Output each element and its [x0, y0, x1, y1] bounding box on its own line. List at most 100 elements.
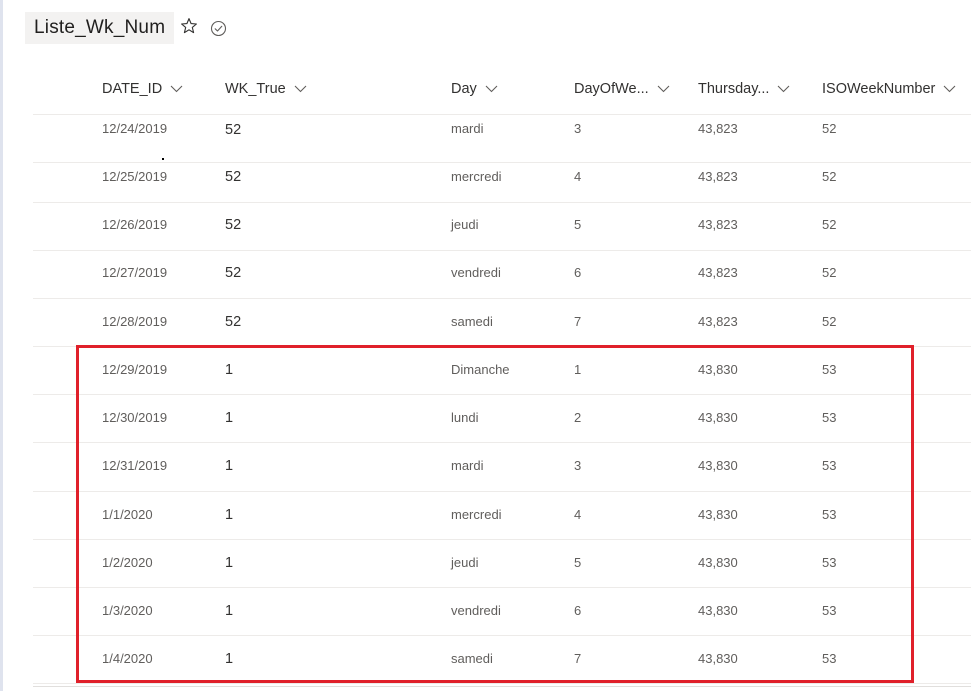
- cell-thursday: 43,823: [698, 265, 738, 280]
- column-header-thursday[interactable]: Thursday...: [698, 81, 790, 97]
- cell-wk-true: 1: [225, 458, 234, 474]
- cell-wk-true: 52: [225, 169, 242, 185]
- cell-day: vendredi: [451, 603, 501, 618]
- cell-thursday: 43,823: [698, 121, 738, 136]
- table-row[interactable]: 12/26/2019 52 jeudi 5 43,823 52: [33, 202, 971, 251]
- table-row[interactable]: 12/30/2019 1 lundi 2 43,830 53: [33, 394, 971, 443]
- cell-wk-true: 1: [225, 651, 234, 667]
- cell-thursday: 43,830: [698, 410, 738, 425]
- chevron-down-icon: [657, 85, 670, 93]
- cell-day: Dimanche: [451, 362, 510, 377]
- list-title: Liste_Wk_Num: [34, 17, 166, 38]
- cell-day: samedi: [451, 651, 493, 666]
- cell-date-id: 1/1/2020: [102, 507, 153, 522]
- column-header-day[interactable]: Day: [451, 81, 498, 97]
- cell-date-id: 1/2/2020: [102, 555, 153, 570]
- cell-isoweeknumber: 53: [822, 362, 837, 377]
- cell-wk-true: 1: [225, 410, 234, 426]
- column-header-label: DayOfWe...: [574, 81, 649, 97]
- chevron-down-icon: [943, 85, 956, 93]
- cell-dayofweek: 6: [574, 603, 582, 618]
- column-header-row: DATE_ID WK_True Day DayOfWe... Thursday.…: [33, 68, 971, 115]
- table-row[interactable]: 1/4/2020 1 samedi 7 43,830 53: [33, 635, 971, 684]
- cell-wk-true: 1: [225, 603, 234, 619]
- column-header-isoweeknumber[interactable]: ISOWeekNumber: [822, 81, 956, 97]
- table-row[interactable]: 12/25/2019 52 mercredi 4 43,823 52: [33, 154, 971, 203]
- cell-day: samedi: [451, 314, 493, 329]
- stray-dot: [162, 158, 164, 160]
- cell-isoweeknumber: 53: [822, 458, 837, 473]
- table-row[interactable]: 1/2/2020 1 jeudi 5 43,830 53: [33, 539, 971, 588]
- cell-isoweeknumber: 53: [822, 410, 837, 425]
- cell-day: mardi: [451, 458, 484, 473]
- chevron-down-icon: [294, 85, 307, 93]
- cell-dayofweek: 3: [574, 458, 582, 473]
- cell-thursday: 43,823: [698, 169, 738, 184]
- cell-dayofweek: 7: [574, 314, 582, 329]
- table-row[interactable]: 12/27/2019 52 vendredi 6 43,823 52: [33, 250, 971, 299]
- cell-date-id: 12/25/2019: [102, 169, 168, 184]
- check-circle-icon[interactable]: [210, 20, 227, 37]
- table-row[interactable]: 12/28/2019 52 samedi 7 43,823 52: [33, 298, 971, 347]
- cell-isoweeknumber: 53: [822, 555, 837, 570]
- cell-date-id: 1/3/2020: [102, 603, 153, 618]
- cell-wk-true: 1: [225, 362, 234, 378]
- cell-wk-true: 1: [225, 507, 234, 523]
- table-row[interactable]: 1/1/2020 1 mercredi 4 43,830 53: [33, 491, 971, 540]
- cell-isoweeknumber: 52: [822, 121, 837, 136]
- cell-dayofweek: 5: [574, 217, 582, 232]
- star-icon[interactable]: [180, 17, 198, 35]
- cell-date-id: 12/27/2019: [102, 265, 168, 280]
- cell-day: mercredi: [451, 169, 502, 184]
- cell-wk-true: 52: [225, 314, 242, 330]
- chevron-down-icon: [485, 85, 498, 93]
- cell-thursday: 43,823: [698, 314, 738, 329]
- cell-isoweeknumber: 52: [822, 217, 837, 232]
- list-title-box[interactable]: Liste_Wk_Num: [25, 12, 175, 44]
- cell-isoweeknumber: 52: [822, 169, 837, 184]
- left-edge-border: [0, 0, 3, 691]
- cell-date-id: 12/26/2019: [102, 217, 168, 232]
- cell-date-id: 12/30/2019: [102, 410, 168, 425]
- cell-thursday: 43,830: [698, 555, 738, 570]
- column-header-wk-true[interactable]: WK_True: [225, 81, 307, 97]
- cell-isoweeknumber: 52: [822, 265, 837, 280]
- column-header-label: Day: [451, 81, 477, 97]
- column-header-label: Thursday...: [698, 81, 770, 97]
- cell-day: lundi: [451, 410, 479, 425]
- cell-thursday: 43,823: [698, 217, 738, 232]
- cell-wk-true: 52: [225, 122, 242, 138]
- column-header-date-id[interactable]: DATE_ID: [102, 81, 183, 97]
- cell-date-id: 12/29/2019: [102, 362, 168, 377]
- column-header-dayofweek[interactable]: DayOfWe...: [574, 81, 670, 97]
- cell-dayofweek: 3: [574, 121, 582, 136]
- cell-wk-true: 52: [225, 265, 242, 281]
- chevron-down-icon: [170, 85, 183, 93]
- cell-day: mardi: [451, 121, 484, 136]
- cell-date-id: 1/4/2020: [102, 651, 153, 666]
- cell-isoweeknumber: 53: [822, 603, 837, 618]
- cell-date-id: 12/31/2019: [102, 458, 168, 473]
- cell-dayofweek: 6: [574, 265, 582, 280]
- cell-isoweeknumber: 52: [822, 314, 837, 329]
- cell-wk-true: 1: [225, 555, 234, 571]
- table-row[interactable]: 1/3/2020 1 vendredi 6 43,830 53: [33, 587, 971, 636]
- cell-dayofweek: 1: [574, 362, 582, 377]
- cell-thursday: 43,830: [698, 362, 738, 377]
- cell-thursday: 43,830: [698, 507, 738, 522]
- cell-dayofweek: 4: [574, 507, 582, 522]
- cell-thursday: 43,830: [698, 458, 738, 473]
- cell-day: jeudi: [451, 555, 479, 570]
- cell-isoweeknumber: 53: [822, 507, 837, 522]
- cell-wk-true: 52: [225, 217, 242, 233]
- cell-thursday: 43,830: [698, 651, 738, 666]
- column-header-label: ISOWeekNumber: [822, 81, 936, 97]
- column-header-label: WK_True: [225, 81, 286, 97]
- cell-dayofweek: 5: [574, 555, 582, 570]
- table-row[interactable]: 12/29/2019 1 Dimanche 1 43,830 53: [33, 346, 971, 395]
- cell-dayofweek: 2: [574, 410, 582, 425]
- table-row[interactable]: 12/31/2019 1 mardi 3 43,830 53: [33, 443, 971, 492]
- cell-isoweeknumber: 53: [822, 651, 837, 666]
- cell-date-id: 12/28/2019: [102, 314, 168, 329]
- cell-dayofweek: 7: [574, 651, 582, 666]
